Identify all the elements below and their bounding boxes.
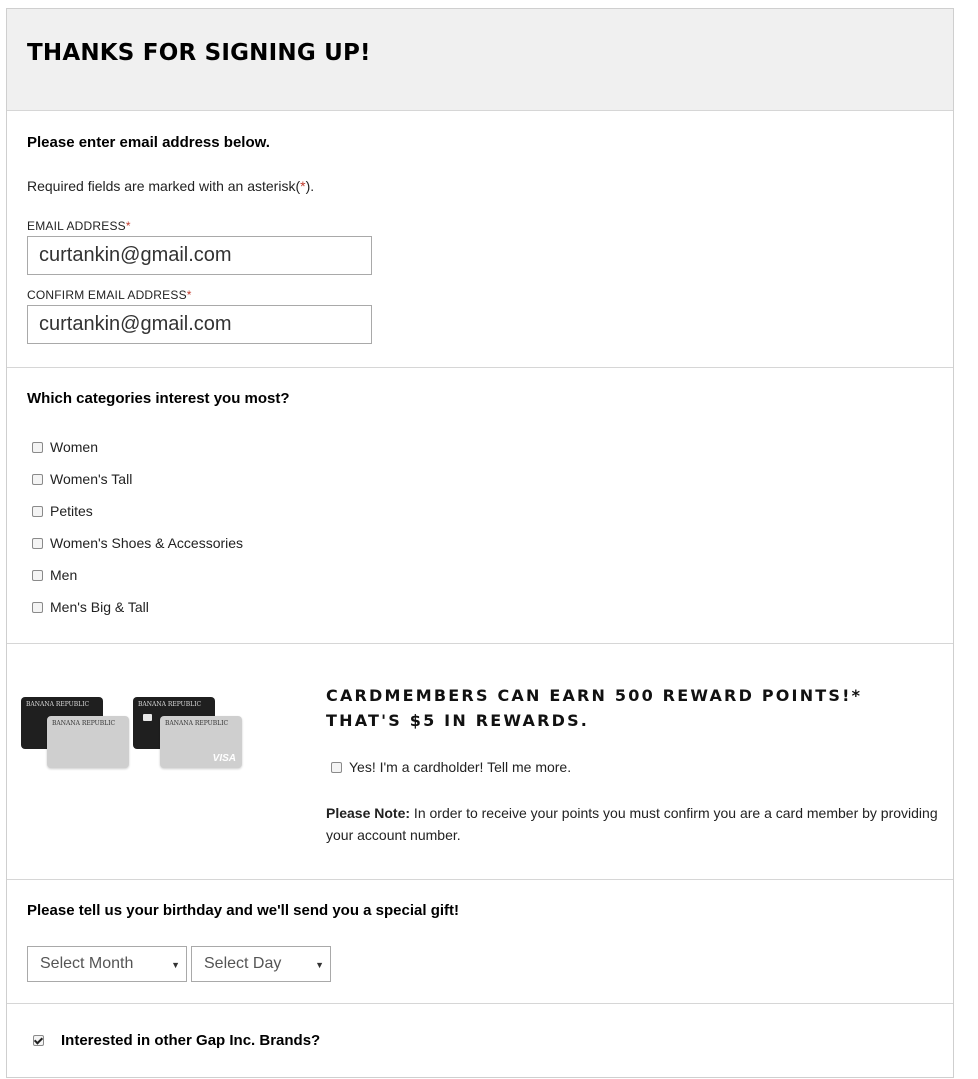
categories-section: Which categories interest you most? Wome… [7,367,953,643]
required-note: Required fields are marked with an aster… [27,178,315,194]
category-option-petites[interactable]: Petites [32,501,93,521]
cardmember-section: BANANA REPUBLIC BANANA REPUBLIC BANANA R… [7,643,953,879]
checkbox[interactable] [32,537,43,549]
page-header: THANKS FOR SIGNING UP! [7,9,953,110]
birthday-section: Please tell us your birthday and we'll s… [7,879,953,1003]
page-title: THANKS FOR SIGNING UP! [27,40,371,66]
card-light-2: BANANA REPUBLIC VISA [160,716,242,768]
card-light-1: BANANA REPUBLIC [47,716,129,768]
email-field[interactable] [27,236,372,275]
brands-section: Interested in other Gap Inc. Brands? [7,1003,953,1079]
email-label: EMAIL ADDRESS* [27,219,131,233]
categories-question: Which categories interest you most? [27,390,290,407]
month-select[interactable]: Select Month ▼ [27,946,187,982]
chevron-down-icon: ▼ [315,960,324,970]
other-brands-option[interactable]: Interested in other Gap Inc. Brands? [33,1030,320,1050]
email-section: Please enter email address below. Requir… [7,110,953,367]
checkbox[interactable] [32,505,43,517]
checkbox[interactable] [32,569,43,581]
signup-form-panel: THANKS FOR SIGNING UP! Please enter emai… [6,8,954,1078]
confirm-email-label: CONFIRM EMAIL ADDRESS* [27,288,192,302]
category-option-womens-shoes-accessories[interactable]: Women's Shoes & Accessories [32,533,243,553]
checkbox[interactable] [331,761,342,773]
promo-headline-line2: THAT'S $5 IN REWARDS. [326,711,590,730]
cardholder-note: Please Note: In order to receive your po… [326,805,938,843]
chevron-down-icon: ▼ [171,960,180,970]
birthday-prompt: Please tell us your birthday and we'll s… [27,902,460,919]
category-option-womens-tall[interactable]: Women's Tall [32,469,132,489]
checkbox[interactable] [32,441,43,453]
checkbox-checked[interactable] [33,1034,44,1046]
cardholder-option[interactable]: Yes! I'm a cardholder! Tell me more. [331,757,571,777]
day-select[interactable]: Select Day ▼ [191,946,331,982]
category-option-women[interactable]: Women [32,437,98,457]
promo-headline-line1: CARDMEMBERS CAN EARN 500 REWARD POINTS!* [326,686,863,705]
category-option-mens-big-tall[interactable]: Men's Big & Tall [32,597,149,617]
checkbox[interactable] [32,473,43,485]
email-intro: Please enter email address below. [27,134,270,151]
visa-logo: VISA [212,753,236,764]
checkbox[interactable] [32,601,43,613]
category-option-men[interactable]: Men [32,565,77,585]
confirm-email-field[interactable] [27,305,372,344]
